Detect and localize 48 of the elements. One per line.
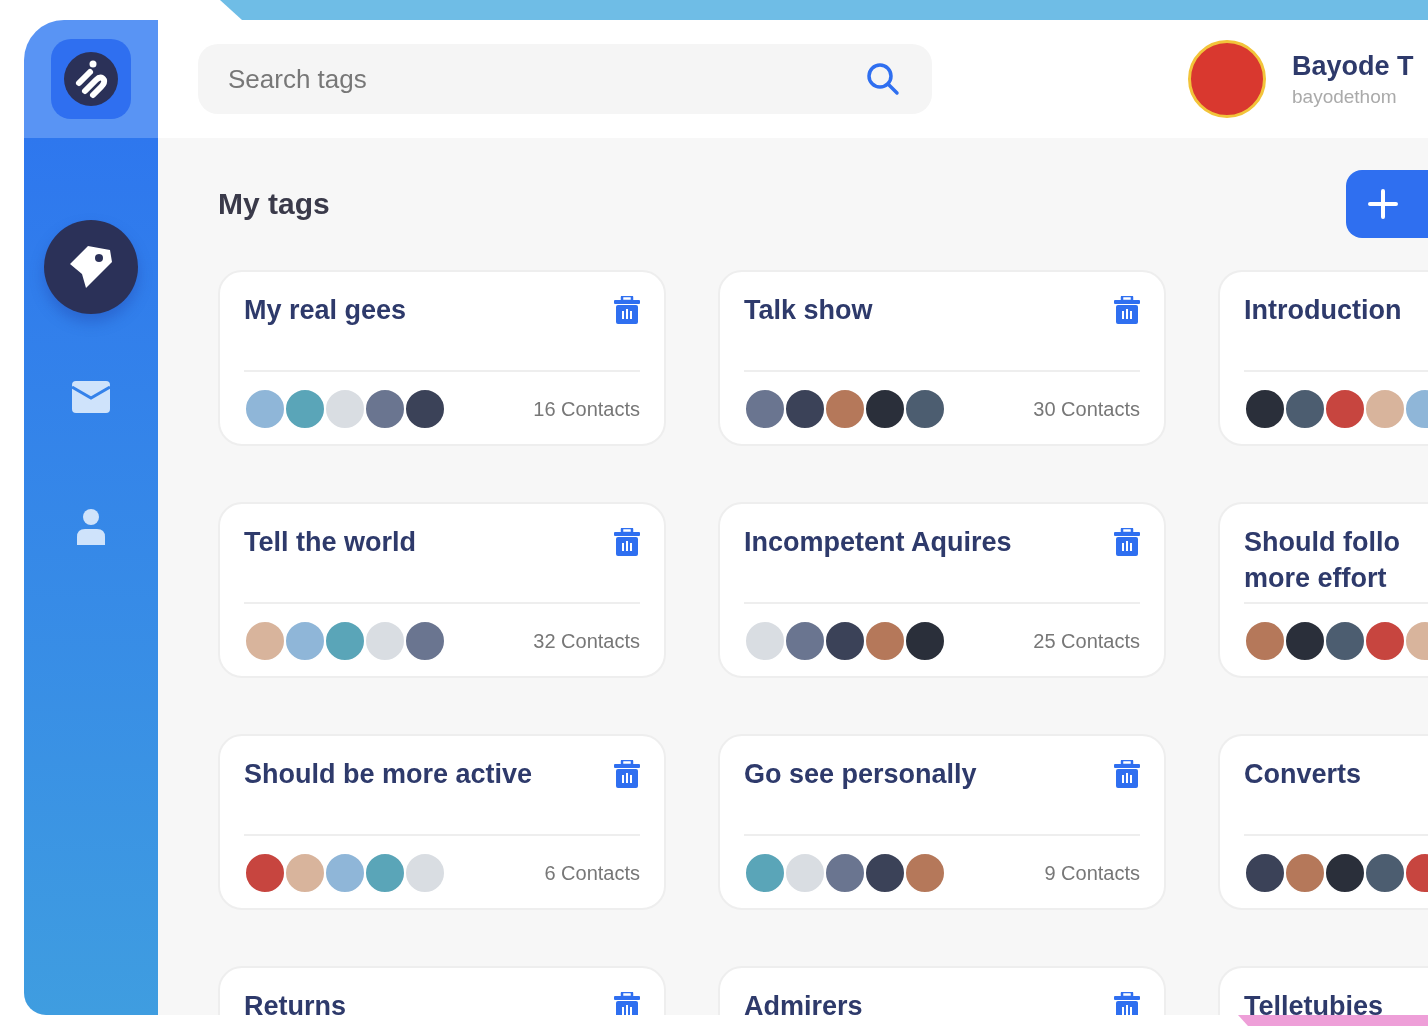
search-field[interactable]: Search tags (198, 44, 932, 114)
tag-card[interactable]: My real gees 16 Contacts (218, 270, 666, 446)
trash-icon[interactable] (1114, 760, 1140, 788)
tag-title: Converts (1244, 758, 1362, 791)
tag-title: Should be more active (244, 758, 533, 791)
logo-icon (51, 39, 131, 119)
tag-card[interactable]: Admirers (718, 966, 1166, 1015)
tag-card[interactable]: Converts (1218, 734, 1428, 910)
add-button[interactable] (1346, 170, 1428, 238)
contact-count: 6 Contacts (544, 861, 640, 885)
tag-title: Should follo more effort (1244, 526, 1400, 595)
trash-icon[interactable] (614, 296, 640, 324)
tag-card[interactable]: Talk show 30 Contacts (718, 270, 1166, 446)
tag-title: Incompetent Aquires (744, 526, 1012, 559)
trash-icon[interactable] (1114, 296, 1140, 324)
tag-title: Go see personally (744, 758, 977, 791)
tag-card[interactable]: Should follo more effort (1218, 502, 1428, 678)
tag-title: My real gees (244, 294, 407, 327)
tag-card[interactable]: Introduction (1218, 270, 1428, 446)
trash-icon[interactable] (1114, 992, 1140, 1015)
tag-card[interactable]: Go see personally 9 Contacts (718, 734, 1166, 910)
trash-icon[interactable] (614, 992, 640, 1015)
contact-count: 32 Contacts (533, 629, 640, 653)
mail-icon (72, 381, 110, 413)
plus-icon (1368, 189, 1398, 219)
trash-icon[interactable] (614, 528, 640, 556)
user-email: bayodethom (1292, 85, 1398, 108)
contact-count: 30 Contacts (1033, 397, 1140, 421)
tag-title: Introduction (1244, 294, 1402, 327)
tag-card[interactable]: Should be more active 6 Contacts (218, 734, 666, 910)
person-icon (77, 509, 105, 545)
trash-icon[interactable] (614, 760, 640, 788)
tag-card[interactable]: Telletubies (1218, 966, 1428, 1015)
tag-title: Returns (244, 990, 346, 1015)
tag-title: Tell the world (244, 526, 416, 559)
contact-count: 25 Contacts (1033, 629, 1140, 653)
page-title: My tags (218, 187, 330, 221)
tag-title: Talk show (744, 294, 873, 327)
tag-title: Admirers (744, 990, 863, 1015)
tag-card[interactable]: Returns (218, 966, 666, 1015)
trash-icon[interactable] (1114, 528, 1140, 556)
user-name: Bayode T (1292, 50, 1414, 82)
tag-card[interactable]: Tell the world 32 Contacts (218, 502, 666, 678)
tag-card[interactable]: Incompetent Aquires 25 Contacts (718, 502, 1166, 678)
tag-title: Telletubies (1244, 990, 1384, 1015)
contact-count: 9 Contacts (1044, 861, 1140, 885)
contact-count: 16 Contacts (533, 397, 640, 421)
search-icon[interactable] (866, 62, 900, 96)
